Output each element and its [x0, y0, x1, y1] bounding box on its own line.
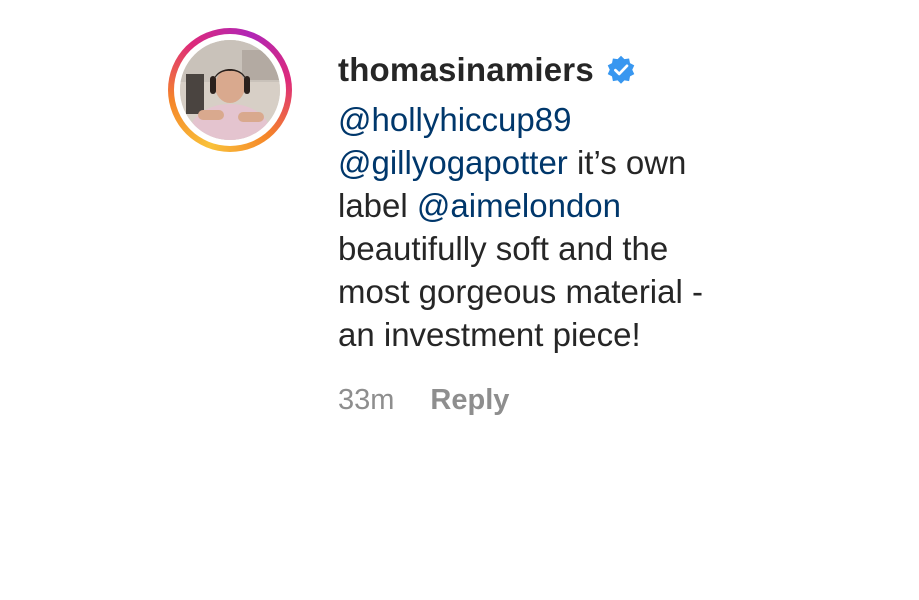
- comment-line: @hollyhiccup89: [338, 98, 858, 141]
- comment-text-part: it’s own: [567, 144, 687, 181]
- comment-body: thomasinamiers @hollyhiccup89 @gillyogap…: [338, 46, 858, 417]
- comment-line: beautifully soft and the: [338, 230, 669, 267]
- avatar[interactable]: [180, 40, 280, 140]
- comment-line: label @aimelondon: [338, 184, 858, 227]
- verified-badge-icon: [607, 55, 635, 84]
- comment-line: most gorgeous material -: [338, 273, 703, 310]
- mention-link[interactable]: @hollyhiccup89: [338, 101, 571, 138]
- story-ring[interactable]: [168, 28, 292, 152]
- mention-link[interactable]: @gillyogapotter: [338, 144, 568, 181]
- comment-header: thomasinamiers: [338, 46, 858, 94]
- comment-timestamp[interactable]: 33m: [338, 384, 394, 417]
- comment-line: an investment piece!: [338, 316, 641, 353]
- comment-meta: 33m Reply: [338, 384, 858, 417]
- profile-photo: [180, 40, 280, 140]
- mention-link[interactable]: @aimelondon: [417, 187, 621, 224]
- comment: thomasinamiers @hollyhiccup89 @gillyogap…: [168, 28, 888, 528]
- reply-button[interactable]: Reply: [430, 384, 509, 417]
- comment-text-part: label: [338, 187, 417, 224]
- comment-line: @gillyogapotter it’s own: [338, 141, 858, 184]
- comment-text: @hollyhiccup89 @gillyogapotter it’s own …: [338, 98, 858, 356]
- username-link[interactable]: thomasinamiers: [338, 51, 594, 89]
